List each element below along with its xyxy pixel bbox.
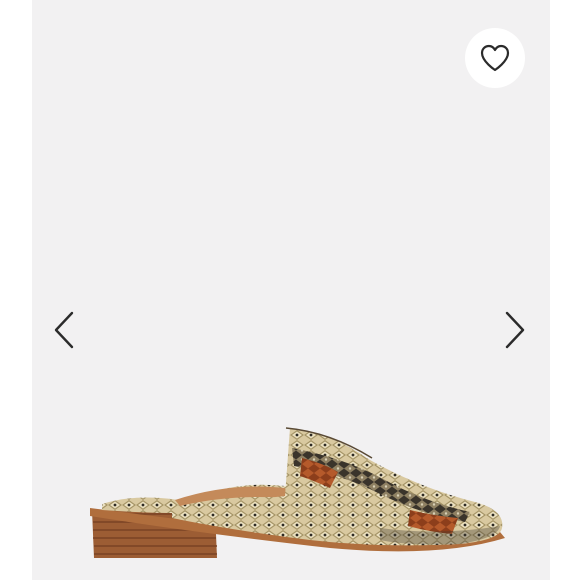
chevron-left-icon bbox=[54, 311, 74, 349]
previous-image-button[interactable] bbox=[49, 306, 79, 354]
product-image-viewer bbox=[0, 0, 580, 580]
product-image bbox=[90, 427, 505, 558]
favorite-button[interactable] bbox=[465, 28, 525, 88]
heart-outline-icon bbox=[480, 44, 510, 72]
next-image-button[interactable] bbox=[500, 306, 530, 354]
chevron-right-icon bbox=[505, 311, 525, 349]
